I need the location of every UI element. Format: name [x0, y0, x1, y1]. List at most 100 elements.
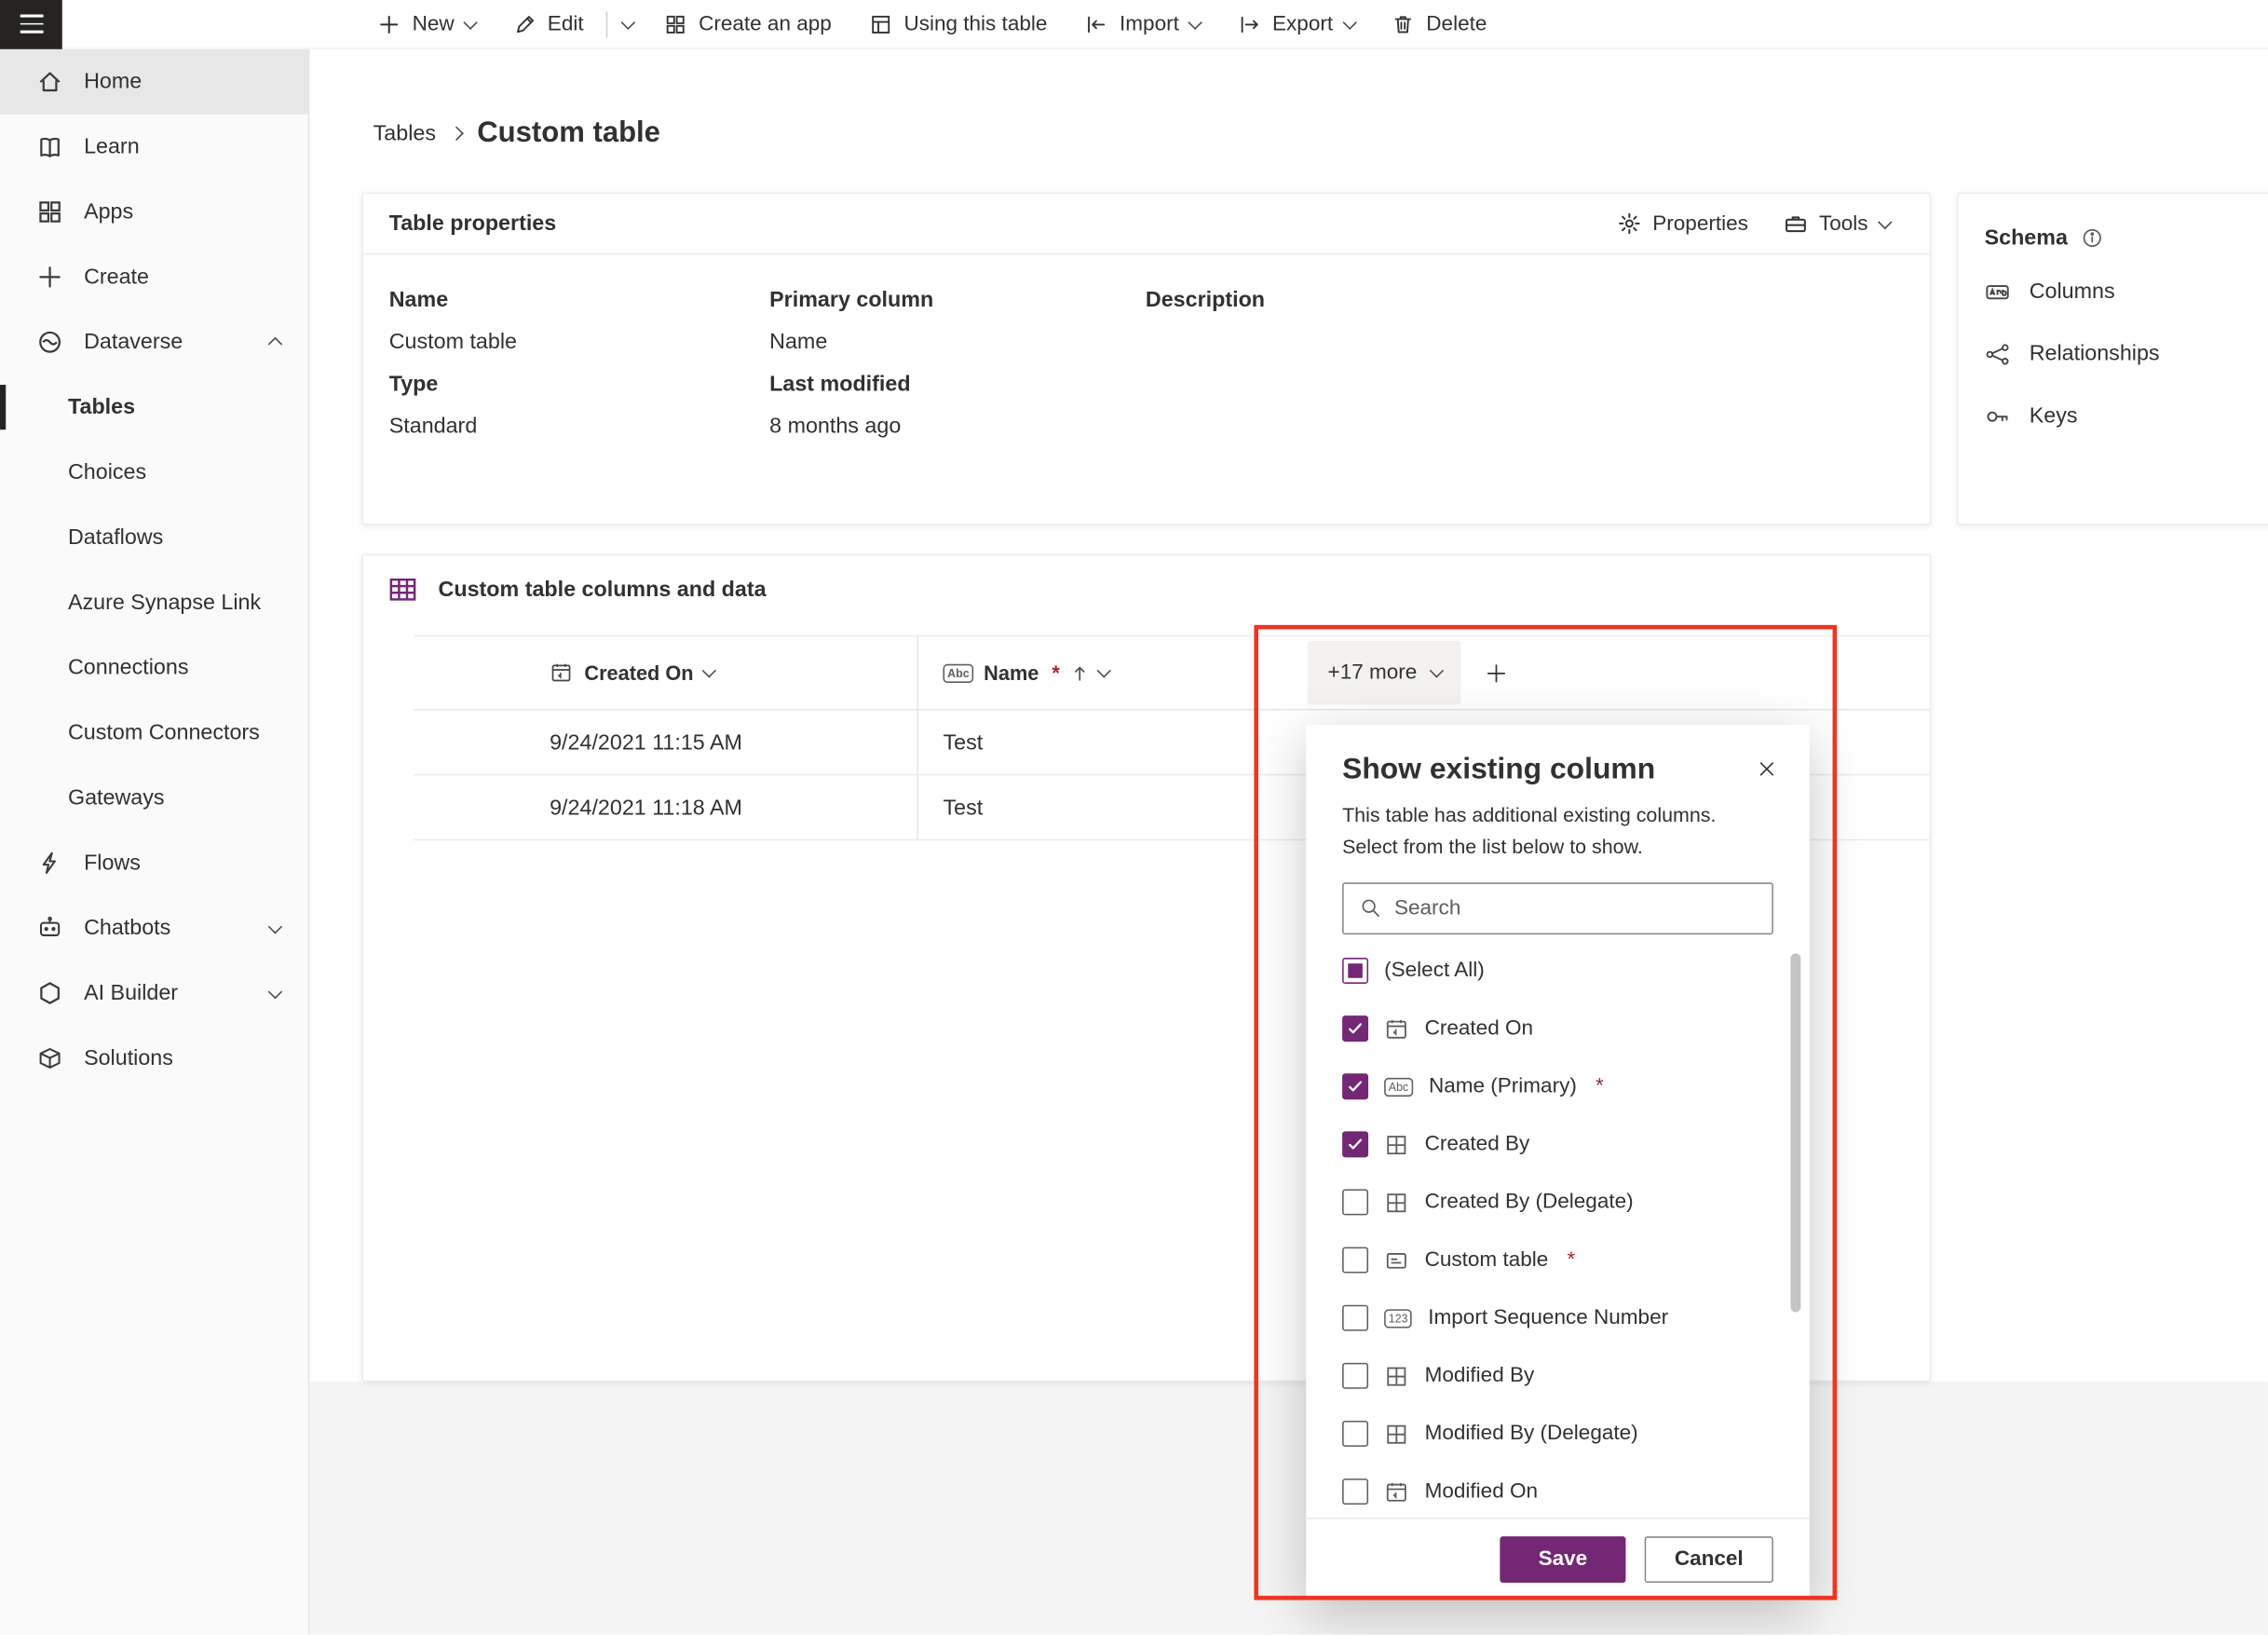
column-option-modified-by-delegate[interactable]: Modified By (Delegate) [1306, 1405, 1809, 1463]
column-option-created-on[interactable]: Created On [1306, 1000, 1809, 1057]
schema-item-keys[interactable]: Keys [1985, 387, 2268, 446]
pencil-icon [513, 12, 536, 35]
created-on-cell: 9/24/2021 11:15 AM [550, 729, 742, 755]
created-on-cell: 9/24/2021 11:18 AM [550, 795, 742, 820]
chevron-right-icon [449, 127, 464, 141]
robot-icon [36, 914, 64, 942]
sidebar-item-flows[interactable]: Flows [0, 830, 308, 895]
sidebar-item-home[interactable]: Home [0, 48, 308, 115]
hamburger-menu-button[interactable] [0, 0, 62, 49]
sidebar-item-choices[interactable]: Choices [0, 440, 308, 505]
calendar-icon [550, 661, 573, 685]
cancel-button[interactable]: Cancel [1644, 1536, 1773, 1583]
hexagon-icon [36, 979, 64, 1007]
sidebar-item-create[interactable]: Create [0, 244, 308, 309]
save-button[interactable]: Save [1500, 1536, 1626, 1583]
sidebar-item-tables[interactable]: Tables [0, 375, 308, 440]
sidebar-item-learn[interactable]: Learn [0, 115, 308, 180]
checkbox-checked[interactable] [1342, 1015, 1369, 1042]
properties-button[interactable]: Properties [1602, 200, 1763, 247]
more-columns-dropdown[interactable]: +17 more [1307, 640, 1461, 705]
checkbox-unchecked[interactable] [1342, 1362, 1369, 1389]
sidebar-item-dataflows[interactable]: Dataflows [0, 505, 308, 570]
using-this-table-button[interactable]: Using this table [850, 0, 1066, 48]
sidebar-label: Connections [67, 655, 189, 680]
sidebar-label: Solutions [84, 1045, 173, 1071]
checkbox-checked[interactable] [1342, 1131, 1369, 1158]
new-button[interactable]: New [359, 0, 494, 48]
scrollbar-thumb[interactable] [1790, 953, 1801, 1313]
lookup-icon [1384, 1364, 1408, 1388]
chevron-down-icon [702, 663, 717, 677]
sidebar-item-connections[interactable]: Connections [0, 635, 308, 701]
chevron-down-icon [463, 15, 478, 29]
dialog-title: Show existing column [1342, 752, 1656, 786]
breadcrumb-tables-link[interactable]: Tables [373, 121, 436, 145]
export-button[interactable]: Export [1219, 0, 1373, 48]
sidebar-label: Chatbots [84, 915, 171, 941]
sidebar-item-chatbots[interactable]: Chatbots [0, 895, 308, 961]
search-input[interactable] [1393, 896, 1757, 920]
column-option-created-by[interactable]: Created By [1306, 1115, 1809, 1173]
tools-button[interactable]: Tools [1769, 200, 1904, 247]
schema-item-relationships[interactable]: Relationships [1985, 324, 2268, 384]
command-bar: New Edit Create an app Using this table … [0, 0, 2268, 49]
chevron-down-icon [1429, 663, 1444, 677]
checkbox-unchecked[interactable] [1342, 1247, 1369, 1274]
lookup-icon [1384, 1422, 1408, 1446]
column-options-list: (Select All) Created On Abc Name (Primar… [1306, 942, 1809, 1518]
column-option-label: Import Sequence Number [1428, 1306, 1669, 1330]
dialog-scrollbar [1790, 942, 1801, 1513]
column-option-modified-by[interactable]: Modified By [1306, 1347, 1809, 1405]
table-grid-icon [387, 575, 418, 606]
column-option-name-primary[interactable]: Abc Name (Primary) * [1306, 1057, 1809, 1115]
sidebar-item-apps[interactable]: Apps [0, 180, 308, 245]
description-label: Description [1145, 288, 1266, 313]
name-value: Custom table [388, 330, 517, 355]
import-button[interactable]: Import [1066, 0, 1219, 48]
edit-dropdown-button[interactable] [610, 0, 645, 48]
sidebar-label: Custom Connectors [67, 720, 260, 745]
chevron-down-icon [1342, 15, 1356, 29]
trash-icon [1392, 12, 1415, 35]
apps-grid-icon [36, 198, 64, 226]
edit-button[interactable]: Edit [494, 0, 602, 48]
sidebar-item-custom-connectors[interactable]: Custom Connectors [0, 701, 308, 766]
sidebar-item-ai-builder[interactable]: AI Builder [0, 961, 308, 1026]
created-on-column-header[interactable]: Created On [536, 661, 917, 685]
close-button[interactable] [1747, 749, 1785, 786]
sidebar-item-dataverse[interactable]: Dataverse [0, 309, 308, 375]
sidebar-item-solutions[interactable]: Solutions [0, 1026, 308, 1091]
checkbox-indeterminate[interactable] [1342, 958, 1369, 984]
sidebar-item-gateways[interactable]: Gateways [0, 765, 308, 830]
table-app-icon [869, 12, 892, 35]
column-option-created-by-delegate[interactable]: Created By (Delegate) [1306, 1173, 1809, 1231]
delete-button[interactable]: Delete [1373, 0, 1506, 48]
add-column-button[interactable] [1464, 641, 1528, 704]
table-properties-header: Table properties Properties Tools [362, 194, 1930, 255]
info-icon[interactable] [2081, 226, 2102, 248]
checkbox-unchecked[interactable] [1342, 1420, 1369, 1447]
search-icon [1360, 897, 1381, 919]
column-option-modified-on[interactable]: Modified On [1306, 1463, 1809, 1518]
schema-item-columns[interactable]: Columns [1985, 262, 2268, 321]
column-option-custom-table[interactable]: Custom table * [1306, 1232, 1809, 1289]
show-existing-column-dialog: Show existing column This table has addi… [1306, 725, 1810, 1601]
table-properties-card: Table properties Properties Tools Name C… [361, 192, 1932, 525]
column-option-import-sequence-number[interactable]: 123 Import Sequence Number [1306, 1289, 1809, 1347]
sidebar-label: Apps [84, 199, 134, 225]
primary-column-label: Primary column [769, 288, 934, 313]
column-option-select-all[interactable]: (Select All) [1306, 942, 1809, 1000]
calendar-icon [1384, 1479, 1408, 1504]
checkbox-unchecked[interactable] [1342, 1189, 1369, 1216]
sidebar-item-azure-synapse-link[interactable]: Azure Synapse Link [0, 570, 308, 635]
table-properties-title: Table properties [388, 211, 557, 237]
checkbox-unchecked[interactable] [1342, 1304, 1369, 1331]
sidebar-label: Learn [84, 134, 140, 159]
checkbox-checked[interactable] [1342, 1073, 1369, 1100]
checkbox-unchecked[interactable] [1342, 1478, 1369, 1506]
type-value: Standard [388, 414, 478, 439]
column-option-label: (Select All) [1384, 959, 1485, 983]
name-column-header[interactable]: Abc Name * [917, 636, 1308, 709]
create-an-app-button[interactable]: Create an app [645, 0, 850, 48]
